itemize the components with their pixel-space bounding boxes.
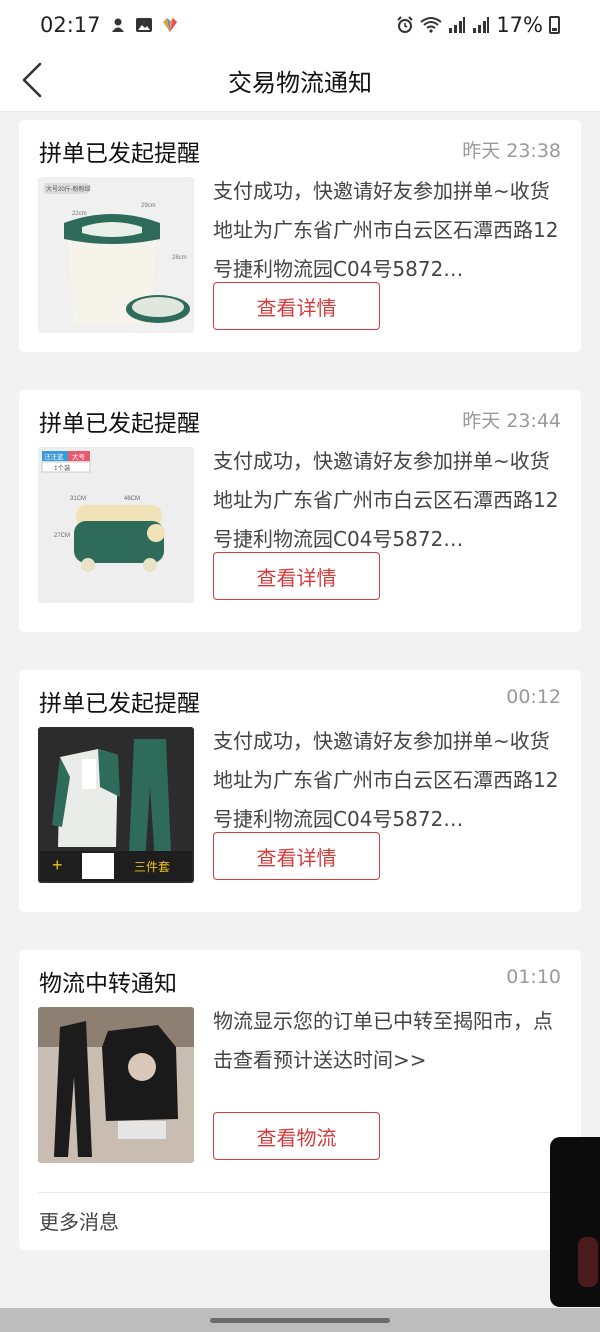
thumb-label-bundle: 三件套 <box>134 860 170 874</box>
thumb-label-color: 汪汪蓝 <box>44 452 64 461</box>
notification-icon <box>111 18 124 32</box>
card-time: 昨天 23:44 <box>462 410 561 432</box>
view-details-button[interactable]: 查看详情 <box>213 552 380 600</box>
card-title: 拼单已发起提醒 <box>39 411 200 437</box>
product-thumbnail[interactable]: + 三件套 <box>38 727 194 883</box>
product-thumbnail[interactable]: 大号20斤-粉粉绿 29cm 22cm 28cm <box>38 177 194 333</box>
status-time: 02:17 <box>40 13 101 37</box>
view-logistics-button[interactable]: 查看物流 <box>213 1112 380 1160</box>
alarm-icon <box>397 16 414 33</box>
divider <box>38 1192 562 1193</box>
storage-box-image: 汪汪蓝 大号 1个装 31CM 46CM 27CM <box>38 447 194 603</box>
card-title: 拼单已发起提醒 <box>39 141 200 167</box>
more-messages-link[interactable]: 更多消息 <box>39 1206 119 1235</box>
status-notification-icons <box>109 16 179 34</box>
card-message: 支付成功，快邀请好友参加拼单~收货地址为广东省广州市白云区石潭西路12号捷利物流… <box>213 179 559 281</box>
status-bar: 02:17 17% <box>0 0 600 50</box>
view-details-button[interactable]: 查看详情 <box>213 832 380 880</box>
wifi-icon <box>420 17 442 33</box>
nav-bar: 交易物流通知 <box>0 50 600 112</box>
tracksuit-image: + 三件套 <box>38 727 194 883</box>
card-time: 01:10 <box>506 966 561 988</box>
card-time: 昨天 23:38 <box>462 140 561 162</box>
product-thumbnail[interactable] <box>38 1007 194 1163</box>
view-details-button[interactable]: 查看详情 <box>213 282 380 330</box>
rice-bucket-image: 大号20斤-粉粉绿 29cm 22cm 28cm <box>38 177 194 333</box>
thumb-label-size: 大号20斤-粉粉绿 <box>46 185 91 193</box>
clothing-image <box>38 1007 194 1163</box>
back-arrow-icon[interactable] <box>18 60 54 100</box>
thumb-label-plus: + <box>52 855 63 875</box>
card-message: 支付成功，快邀请好友参加拼单~收货地址为广东省广州市白云区石潭西路12号捷利物流… <box>213 449 559 551</box>
message-card: 拼单已发起提醒 00:12 + 三件套 支付成功，快邀请好友参加拼单~收货地址为… <box>19 670 581 912</box>
home-indicator[interactable] <box>210 1318 390 1323</box>
gallery-icon <box>135 18 152 32</box>
thumb-label-size: 大号 <box>72 452 86 461</box>
card-message: 物流显示您的订单已中转至揭阳市，点击查看预计送达时间>> <box>213 1009 553 1072</box>
message-card: 拼单已发起提醒 昨天 23:38 大号20斤-粉粉绿 29cm 22cm 28c… <box>19 120 581 352</box>
thumb-label-width: 29cm <box>141 203 156 209</box>
gesture-bar <box>0 1308 600 1332</box>
card-title: 拼单已发起提醒 <box>39 691 200 717</box>
message-card: 拼单已发起提醒 昨天 23:44 汪汪蓝 大号 1个装 31CM 46CM 27… <box>19 390 581 632</box>
product-thumbnail[interactable]: 汪汪蓝 大号 1个装 31CM 46CM 27CM <box>38 447 194 603</box>
signal-icon <box>449 17 466 33</box>
signal-icon-2 <box>473 17 490 33</box>
card-title: 物流中转通知 <box>39 971 177 997</box>
thumb-label-height: 27CM <box>54 533 70 539</box>
thumb-label-width: 46CM <box>124 496 140 502</box>
battery-icon <box>549 16 560 34</box>
app-icon <box>162 18 177 32</box>
page-title: 交易物流通知 <box>228 69 372 97</box>
thumb-label-depth: 22cm <box>72 211 87 217</box>
message-card: 物流中转通知 01:10 物流显示您的订单已中转至揭阳市，点击查看预计送达时间>… <box>19 950 581 1250</box>
thumb-label-depth: 31CM <box>70 496 86 502</box>
card-message: 支付成功，快邀请好友参加拼单~收货地址为广东省广州市白云区石潭西路12号捷利物流… <box>213 729 559 831</box>
battery-percent: 17% <box>496 13 543 37</box>
floating-video-panel[interactable] <box>550 1137 600 1307</box>
thumb-label-height: 28cm <box>172 255 187 261</box>
card-time: 00:12 <box>506 686 561 708</box>
status-right: 17% <box>396 13 560 37</box>
thumb-label-count: 1个装 <box>54 463 71 472</box>
